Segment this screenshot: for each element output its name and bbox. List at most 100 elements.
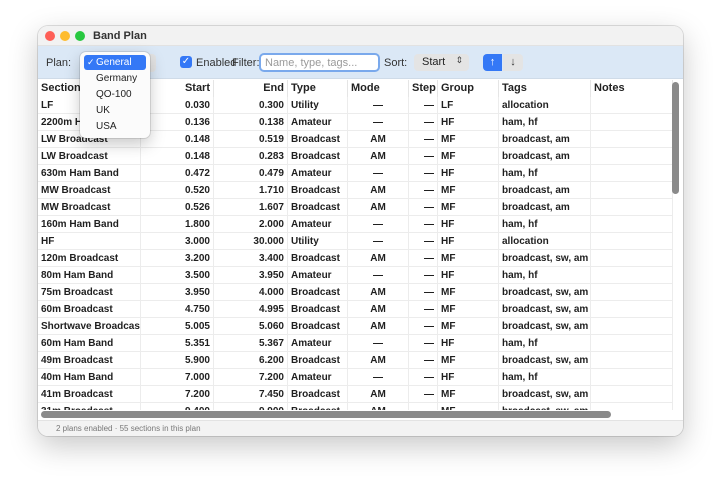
table-row[interactable]: 160m Ham Band 1.800 2.000 Amateur — — HF ham, h… [38, 216, 673, 233]
cell-notes [591, 267, 673, 284]
enabled-checkbox[interactable]: ✓ [180, 56, 192, 68]
table-row[interactable]: 60m Ham Band 5.351 5.367 Amateur — — HF ham, hf [38, 335, 673, 352]
column-header-tags[interactable]: Tags [499, 80, 591, 97]
zoom-window-button[interactable] [75, 31, 85, 41]
column-header-group[interactable]: Group [438, 80, 499, 97]
cell-group: MF [438, 403, 499, 410]
column-header-start[interactable]: Start [141, 80, 214, 97]
cell-end: 9.900 [214, 403, 288, 410]
cell-tags: ham, hf [499, 335, 591, 352]
cell-tags: allocation [499, 97, 591, 114]
cell-step: — [409, 267, 438, 284]
table-row[interactable]: 80m Ham Band 3.500 3.950 Amateur — — HF ham, hf [38, 267, 673, 284]
column-header-type[interactable]: Type [288, 80, 348, 97]
table-row[interactable]: 120m Broadcast 3.200 3.400 Broadcast AM — MF br… [38, 250, 673, 267]
cell-group: MF [438, 182, 499, 199]
cell-mode: AM [348, 301, 409, 318]
cell-notes [591, 301, 673, 318]
cell-start: 3.500 [141, 267, 214, 284]
table-row[interactable]: LW Broadcast 0.148 0.283 Broadcast AM — MF broa… [38, 148, 673, 165]
table-row[interactable]: 630m Ham Band 0.472 0.479 Amateur — — HF ham, h… [38, 165, 673, 182]
table-row[interactable]: 60m Broadcast 4.750 4.995 Broadcast AM — MF bro… [38, 301, 673, 318]
table-row[interactable]: 41m Broadcast 7.200 7.450 Broadcast AM — MF bro… [38, 386, 673, 403]
table-row[interactable]: 49m Broadcast 5.900 6.200 Broadcast AM — MF bro… [38, 352, 673, 369]
sort-select[interactable]: Start ⇕ [414, 54, 469, 71]
cell-end: 30.000 [214, 233, 288, 250]
cell-start: 5.900 [141, 352, 214, 369]
table-row[interactable]: HF 3.000 30.000 Utility — — HF allocation [38, 233, 673, 250]
sort-ascending-button[interactable]: ↑ [483, 54, 502, 71]
cell-start: 0.030 [141, 97, 214, 114]
cell-start: 0.148 [141, 131, 214, 148]
cell-section: MW Broadcast [38, 199, 141, 216]
cell-tags: broadcast, am [499, 131, 591, 148]
cell-mode: — [348, 165, 409, 182]
column-header-step[interactable]: Step [409, 80, 438, 97]
cell-notes [591, 250, 673, 267]
cell-mode: AM [348, 131, 409, 148]
cell-end: 6.200 [214, 352, 288, 369]
plan-option-label: Germany [96, 73, 138, 84]
cell-group: HF [438, 216, 499, 233]
cell-mode: AM [348, 199, 409, 216]
cell-section: 60m Ham Band [38, 335, 141, 352]
cell-mode: AM [348, 403, 409, 410]
table-row[interactable]: MW Broadcast 0.520 1.710 Broadcast AM — MF broa… [38, 182, 673, 199]
cell-group: HF [438, 165, 499, 182]
cell-tags: ham, hf [499, 216, 591, 233]
minimize-window-button[interactable] [60, 31, 70, 41]
cell-tags: broadcast, sw, am [499, 301, 591, 318]
cell-start: 1.800 [141, 216, 214, 233]
sort-descending-button[interactable]: ↓ [503, 54, 523, 71]
plan-option[interactable]: Germany [84, 71, 146, 86]
cell-tags: broadcast, sw, am [499, 386, 591, 403]
cell-mode: AM [348, 352, 409, 369]
cell-notes [591, 114, 673, 131]
table-row[interactable]: MW Broadcast 0.526 1.607 Broadcast AM — MF broa… [38, 199, 673, 216]
plan-option[interactable]: QO-100 [84, 87, 146, 102]
plan-option[interactable]: ✓ General [84, 55, 146, 70]
plan-option[interactable]: UK [84, 103, 146, 118]
cell-group: HF [438, 114, 499, 131]
cell-notes [591, 131, 673, 148]
cell-group: MF [438, 386, 499, 403]
cell-type: Broadcast [288, 250, 348, 267]
cell-start: 3.200 [141, 250, 214, 267]
plan-option[interactable]: USA [84, 119, 146, 134]
cell-section: 75m Broadcast [38, 284, 141, 301]
plan-label: Plan: [46, 57, 72, 69]
close-window-button[interactable] [45, 31, 55, 41]
column-header-end[interactable]: End [214, 80, 288, 97]
cell-section: HF [38, 233, 141, 250]
cell-step: — [409, 335, 438, 352]
cell-section: 160m Ham Band [38, 216, 141, 233]
horizontal-scroll-thumb[interactable] [41, 411, 611, 418]
table-row[interactable]: 75m Broadcast 3.950 4.000 Broadcast AM — MF bro… [38, 284, 673, 301]
cell-mode: — [348, 114, 409, 131]
vertical-scroll-thumb[interactable] [672, 82, 679, 194]
column-header-notes[interactable]: Notes [591, 80, 673, 97]
table-row[interactable]: 31m Broadcast9.4009.900BroadcastAM—MFbro… [38, 403, 673, 410]
cell-start: 0.526 [141, 199, 214, 216]
plan-dropdown-menu: ✓ General Germany QO-100 UK USA [80, 52, 150, 138]
cell-end: 3.950 [214, 267, 288, 284]
table-row[interactable]: Shortwave Broadcast 5.005 5.060 Broadcast AM… [38, 318, 673, 335]
cell-mode: AM [348, 318, 409, 335]
cell-group: HF [438, 233, 499, 250]
cell-type: Broadcast [288, 301, 348, 318]
cell-type: Broadcast [288, 284, 348, 301]
cell-mode: AM [348, 386, 409, 403]
cell-start: 0.472 [141, 165, 214, 182]
cell-group: LF [438, 97, 499, 114]
cell-end: 0.300 [214, 97, 288, 114]
filter-input[interactable] [259, 53, 380, 72]
vertical-scrollbar[interactable] [672, 82, 679, 412]
cell-type: Amateur [288, 216, 348, 233]
cell-notes [591, 182, 673, 199]
column-header-mode[interactable]: Mode [348, 80, 409, 97]
cell-end: 2.000 [214, 216, 288, 233]
table-row[interactable]: 40m Ham Band 7.000 7.200 Amateur — — HF ham, hf [38, 369, 673, 386]
cell-tags: broadcast, am [499, 148, 591, 165]
cell-tags: broadcast, sw, am [499, 250, 591, 267]
cell-notes [591, 335, 673, 352]
